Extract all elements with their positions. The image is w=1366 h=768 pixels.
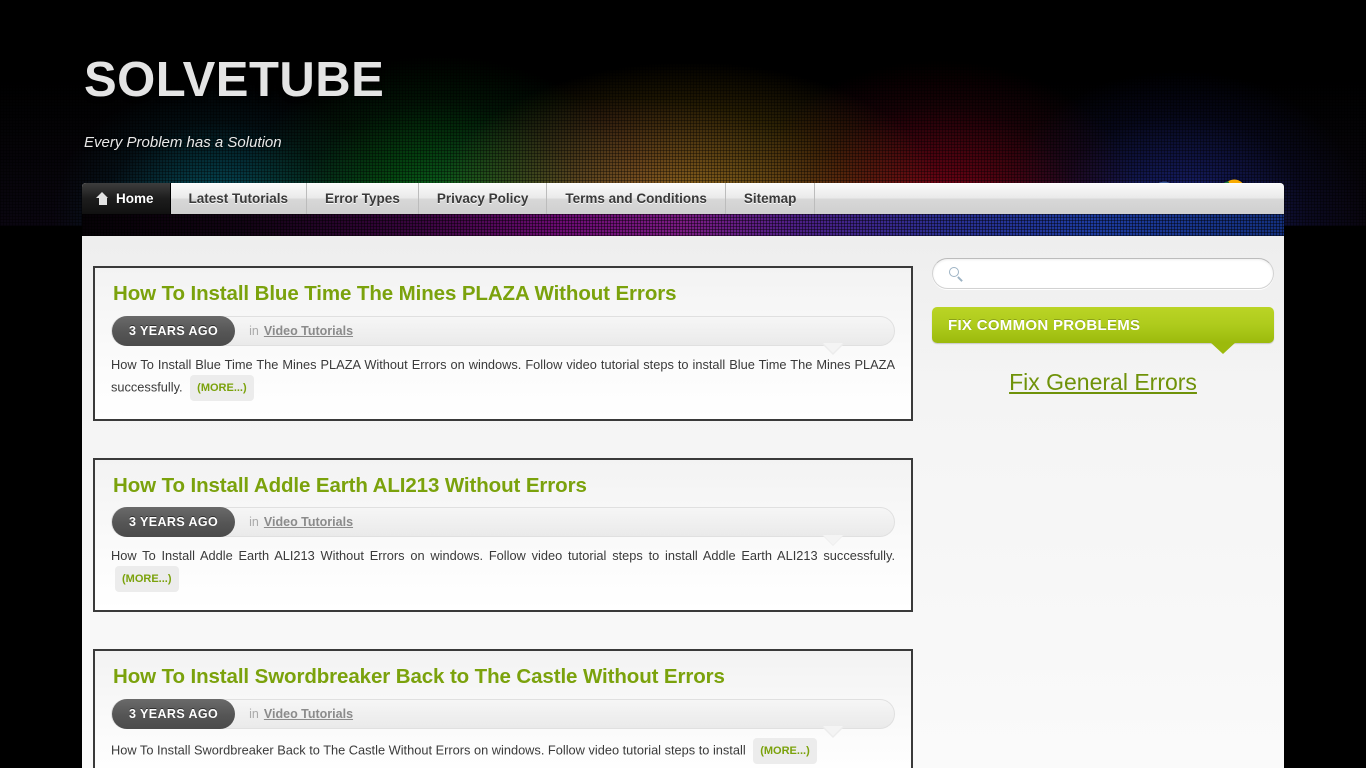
nav-item-terms-and-conditions[interactable]: Terms and Conditions (547, 183, 726, 214)
main-navigation: Home Latest Tutorials Error Types Privac… (82, 183, 1284, 214)
widget-header-fix-common-problems: FIX COMMON PROBLEMS (932, 307, 1274, 354)
post-category-link[interactable]: Video Tutorials (264, 324, 353, 338)
post-date[interactable]: 3 YEARS AGO (112, 507, 236, 538)
post-title[interactable]: How To Install Swordbreaker Back to The … (113, 665, 895, 689)
post-list: How To Install Blue Time The Mines PLAZA… (93, 266, 913, 768)
nav-item-sitemap[interactable]: Sitemap (726, 183, 816, 214)
nav-item-error-types-label: Error Types (325, 191, 400, 206)
post-category-link[interactable]: Video Tutorials (264, 707, 353, 721)
home-icon (96, 192, 109, 205)
post-item: How To Install Addle Earth ALI213 Withou… (93, 457, 913, 613)
post-date[interactable]: 3 YEARS AGO (112, 315, 236, 346)
sidebar: FIX COMMON PROBLEMS Fix General Errors (932, 258, 1274, 396)
search-input[interactable] (973, 259, 1263, 288)
post-meta: 3 YEARS AGO in Video Tutorials (111, 698, 895, 738)
post-title[interactable]: How To Install Addle Earth ALI213 Withou… (113, 474, 895, 498)
post-more-link[interactable]: (MORE...) (115, 566, 179, 593)
nav-filler (815, 183, 1284, 214)
site-title[interactable]: SOLVETUBE (84, 52, 384, 108)
post-excerpt: How To Install Addle Earth ALI213 Withou… (111, 546, 895, 593)
strip-dot-texture (82, 214, 1284, 236)
header-color-strip (82, 214, 1284, 236)
nav-item-privacy-policy-label: Privacy Policy (436, 191, 529, 206)
post-meta-in-label: in (249, 706, 259, 721)
nav-item-home[interactable]: Home (82, 183, 171, 214)
post-meta: 3 YEARS AGO in Video Tutorials (111, 507, 895, 547)
search-icon (949, 267, 963, 282)
meta-tail (822, 343, 844, 355)
post-more-link[interactable]: (MORE...) (753, 737, 817, 764)
nav-item-sitemap-label: Sitemap (743, 191, 797, 206)
post-more-link[interactable]: (MORE...) (190, 374, 254, 401)
post-meta-in-label: in (249, 515, 259, 530)
nav-item-privacy-policy[interactable]: Privacy Policy (419, 183, 548, 214)
post-meta-in-label: in (249, 323, 259, 338)
meta-tail (822, 534, 844, 547)
widget-heading-label: FIX COMMON PROBLEMS (948, 316, 1141, 334)
post-excerpt: How To Install Blue Time The Mines PLAZA… (111, 355, 895, 401)
nav-item-home-label: Home (116, 191, 154, 206)
post-category-link[interactable]: Video Tutorials (264, 515, 353, 529)
nav-item-error-types[interactable]: Error Types (307, 183, 419, 214)
post-item: How To Install Swordbreaker Back to The … (93, 649, 913, 768)
widget-body: Fix General Errors (932, 369, 1274, 396)
widget-link-fix-general-errors[interactable]: Fix General Errors (1009, 369, 1197, 395)
page-root: SOLVETUBE Every Problem has a Solution t… (0, 0, 1366, 768)
post-meta: 3 YEARS AGO in Video Tutorials (111, 315, 895, 355)
meta-tail (822, 726, 844, 738)
post-excerpt-text: How To Install Addle Earth ALI213 Withou… (111, 548, 895, 564)
post-title[interactable]: How To Install Blue Time The Mines PLAZA… (113, 282, 895, 306)
nav-item-latest-tutorials[interactable]: Latest Tutorials (171, 183, 308, 214)
site-tagline: Every Problem has a Solution (84, 134, 282, 151)
widget-tail (1210, 342, 1236, 354)
post-excerpt-text: How To Install Swordbreaker Back to The … (111, 742, 746, 758)
nav-item-terms-and-conditions-label: Terms and Conditions (565, 191, 707, 206)
post-item: How To Install Blue Time The Mines PLAZA… (93, 266, 913, 421)
search-box[interactable] (932, 258, 1274, 289)
nav-item-latest-tutorials-label: Latest Tutorials (188, 191, 289, 206)
content-area: How To Install Blue Time The Mines PLAZA… (82, 236, 1284, 768)
post-date[interactable]: 3 YEARS AGO (112, 698, 236, 729)
post-excerpt: How To Install Swordbreaker Back to The … (111, 737, 895, 764)
